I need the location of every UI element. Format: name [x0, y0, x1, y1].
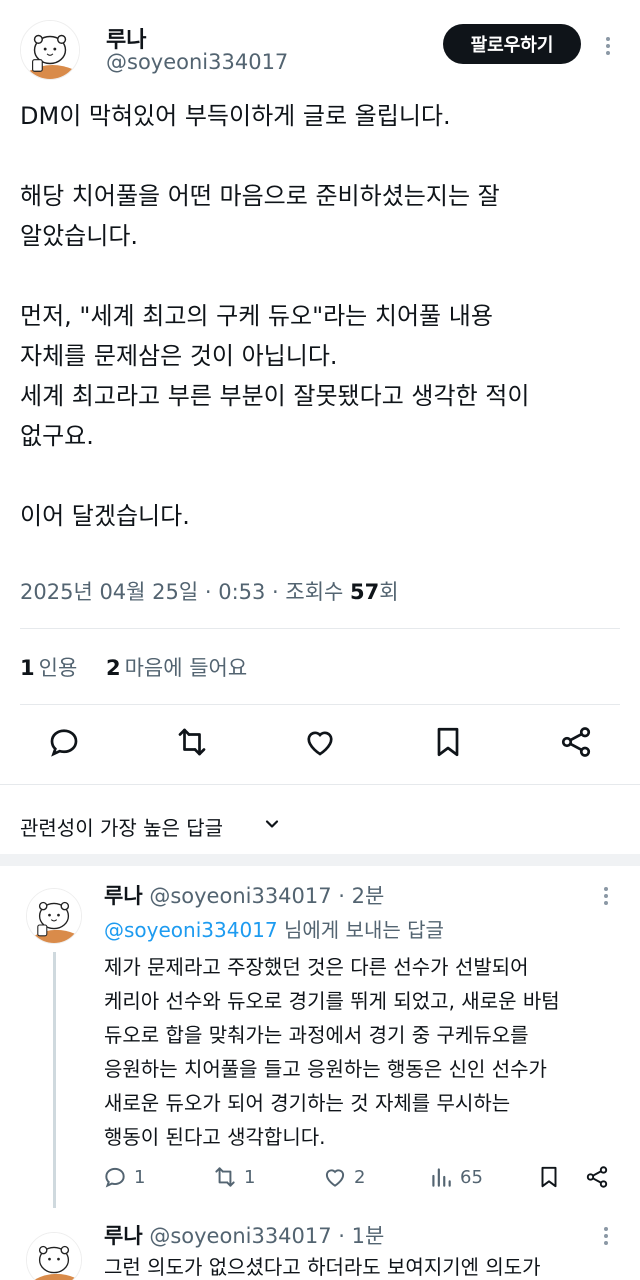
like-label: 마음에 들어요: [124, 656, 248, 680]
retweet-icon[interactable]: [174, 724, 210, 760]
reply-line: 듀오로 합을 맞춰가는 과정에서 경기 중 구케듀오를: [104, 1023, 529, 1047]
divider: [20, 628, 620, 629]
tweet-line: 이어 달겠습니다.: [20, 502, 190, 530]
reply-author-name[interactable]: 루나: [104, 884, 143, 908]
reply-views-action[interactable]: 65: [428, 1164, 483, 1190]
reply-line: 제가 문제라고 주장했던 것은 다른 선수가 선발되어: [104, 955, 529, 979]
reply-text: 제가 문제라고 주장했던 것은 다른 선수가 선발되어 케리아 선수와 듀오로 …: [104, 950, 604, 1154]
divider: [0, 784, 640, 785]
tweet-timestamp[interactable]: 2025년 04월 25일 · 0:53 · 조회수: [20, 580, 350, 604]
tweet-text: DM이 막혀있어 부득이하게 글로 올립니다. 해당 치어풀을 어떤 마음으로 …: [20, 96, 620, 536]
reply-retweet-action[interactable]: 1: [212, 1164, 255, 1190]
share-icon: [586, 1166, 608, 1188]
tweet-line: 세계 최고라고 부른 부분이 잘못됐다고 생각한 적이: [20, 382, 530, 410]
reply-avatar[interactable]: [26, 888, 82, 944]
reply-more-icon[interactable]: [604, 1224, 608, 1248]
divider: [20, 704, 620, 705]
reply-icon: [105, 1167, 125, 1188]
reply-author-handle[interactable]: @soyeoni334017: [149, 1224, 331, 1248]
reply-header: 루나 @soyeoni334017 · 2분: [104, 880, 384, 910]
views-icon: [432, 1168, 451, 1187]
reply-like-action[interactable]: 2: [322, 1164, 365, 1190]
quote-label: 인용: [38, 656, 78, 680]
reply-to-suffix: 님에게 보내는 답글: [277, 918, 444, 942]
reply-icon[interactable]: [46, 724, 82, 760]
reply-header: 루나 @soyeoni334017 · 1분: [104, 1220, 384, 1250]
reply-line: 응원하는 치어풀을 들고 응원하는 행동은 신인 선수가: [104, 1057, 547, 1081]
reply-to-line: @soyeoni334017 님에게 보내는 답글: [104, 914, 444, 943]
retweet-icon: [215, 1167, 235, 1187]
like-icon[interactable]: [302, 724, 338, 760]
tweet-line: 자체를 문제삼은 것이 아닙니다.: [20, 342, 338, 370]
reply-line: 케리아 선수와 듀오로 경기를 뛰게 되었고, 새로운 바텀: [104, 989, 560, 1013]
bookmark-icon[interactable]: [430, 724, 466, 760]
more-options-icon[interactable]: [606, 34, 610, 58]
reply-sort-label[interactable]: 관련성이 가장 높은 답글: [20, 812, 223, 841]
author-handle[interactable]: @soyeoni334017: [106, 50, 288, 74]
reply-line: 그런 의도가 없으셨다고 하더라도 보여지기엔 의도가: [104, 1255, 541, 1279]
reply-avatar[interactable]: [26, 1232, 82, 1280]
reply-time[interactable]: · 2분: [332, 884, 384, 908]
tweet-line: 알았습니다.: [20, 222, 139, 250]
tweet-line: 해당 치어풀을 어떤 마음으로 준비하셨는지는 잘: [20, 182, 500, 210]
tweet-stats: 1 인용 2 마음에 들어요: [20, 652, 269, 682]
share-icon[interactable]: [558, 724, 594, 760]
tweet-line: 없구요.: [20, 422, 94, 450]
view-suffix: 회: [379, 580, 399, 604]
reply-reply-count: 1: [134, 1166, 146, 1188]
reply-reply-action[interactable]: 1: [102, 1164, 145, 1190]
tweet-actions: [0, 724, 640, 768]
quote-stat[interactable]: 1 인용: [20, 652, 77, 682]
reply-more-icon[interactable]: [604, 884, 608, 908]
like-icon: [325, 1169, 345, 1187]
reply-share-action[interactable]: [584, 1164, 610, 1190]
bookmark-icon: [541, 1166, 557, 1188]
like-stat[interactable]: 2 마음에 들어요: [106, 652, 247, 682]
thread-line: [53, 952, 56, 1208]
like-count: 2: [105, 656, 121, 680]
reply-author-handle[interactable]: @soyeoni334017: [149, 884, 331, 908]
follow-button[interactable]: 팔로우하기: [443, 24, 581, 64]
reply-actions: 1 1 2 65: [100, 1160, 620, 1196]
reply-author-name[interactable]: 루나: [104, 1224, 143, 1248]
reply-line: 행동이 된다고 생각합니다.: [104, 1125, 326, 1149]
section-separator: [0, 854, 640, 866]
quote-count: 1: [20, 656, 35, 680]
reply-view-count: 65: [460, 1166, 483, 1188]
reply-line: 새로운 듀오가 되어 경기하는 것 자체를 무시하는: [104, 1091, 511, 1115]
author-avatar[interactable]: [20, 20, 80, 80]
reply-to-mention[interactable]: @soyeoni334017: [104, 918, 278, 942]
reply-text: 그런 의도가 없으셨다고 하더라도 보여지기엔 의도가: [104, 1250, 604, 1280]
reply-retweet-count: 1: [244, 1166, 256, 1188]
reply-like-count: 2: [354, 1166, 366, 1188]
tweet-line: 먼저, "세계 최고의 구케 듀오"라는 치어풀 내용: [20, 302, 493, 330]
tweet-meta: 2025년 04월 25일 · 0:53 · 조회수 57회: [20, 576, 399, 606]
reply-bookmark-action[interactable]: [536, 1164, 562, 1190]
chevron-down-icon[interactable]: [262, 814, 282, 834]
reply-time[interactable]: · 1분: [332, 1224, 384, 1248]
view-count: 57: [350, 580, 380, 604]
tweet-line: DM이 막혀있어 부득이하게 글로 올립니다.: [20, 102, 451, 130]
